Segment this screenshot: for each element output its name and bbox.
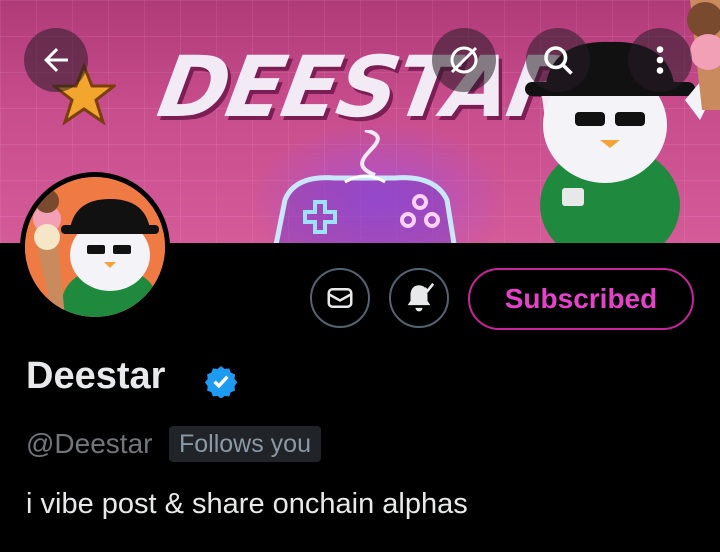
bell-check-icon <box>407 283 435 312</box>
more-vertical-icon <box>656 46 664 74</box>
envelope-icon <box>327 288 353 308</box>
message-button[interactable] <box>310 268 370 328</box>
back-button[interactable] <box>24 28 88 92</box>
more-button[interactable] <box>628 28 692 92</box>
search-button[interactable] <box>526 28 590 92</box>
follows-you-badge: Follows you <box>169 426 321 462</box>
globe-off-icon <box>450 46 478 74</box>
arrow-left-icon <box>44 48 68 72</box>
profile-bio: i vibe post & share onchain alphas <box>26 488 468 520</box>
translate-button[interactable] <box>432 28 496 92</box>
banner-title: DEESTAR <box>151 38 581 136</box>
search-icon <box>544 46 573 75</box>
avatar-image <box>25 177 165 317</box>
subscribed-button[interactable]: Subscribed <box>468 268 694 330</box>
avatar[interactable] <box>20 172 170 322</box>
user-handle: @Deestar <box>26 428 153 459</box>
controller-icon <box>273 130 457 243</box>
verified-badge-icon <box>204 366 238 398</box>
display-name: Deestar <box>26 355 166 397</box>
notifications-button[interactable] <box>389 268 449 328</box>
